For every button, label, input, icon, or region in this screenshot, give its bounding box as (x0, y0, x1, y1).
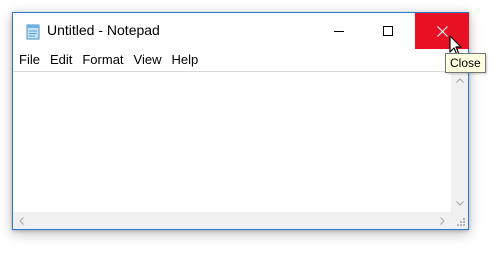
text-editor[interactable] (13, 72, 451, 212)
chevron-down-icon (455, 201, 464, 206)
chevron-right-icon (440, 216, 445, 225)
menu-format[interactable]: Format (77, 49, 128, 71)
menu-view[interactable]: View (129, 49, 167, 71)
scroll-right-arrow[interactable] (434, 212, 451, 229)
menu-edit[interactable]: Edit (45, 49, 77, 71)
chevron-up-icon (455, 78, 464, 83)
maximize-button[interactable] (365, 13, 411, 49)
notepad-icon[interactable] (25, 24, 41, 40)
minimize-button[interactable] (316, 13, 362, 49)
scroll-down-arrow[interactable] (451, 195, 468, 212)
menu-bar: File Edit Format View Help (13, 49, 468, 71)
vertical-scrollbar[interactable] (451, 72, 468, 212)
scroll-up-arrow[interactable] (451, 72, 468, 89)
menu-help[interactable]: Help (166, 49, 203, 71)
minimize-icon (334, 31, 344, 32)
close-icon (436, 25, 448, 37)
notepad-window: Untitled - Notepad File Edit Format View… (12, 12, 469, 230)
editor-area (13, 71, 468, 229)
horizontal-scrollbar[interactable] (13, 212, 451, 229)
resize-grip[interactable] (451, 212, 468, 229)
scroll-left-arrow[interactable] (13, 212, 30, 229)
chevron-left-icon (19, 216, 24, 225)
maximize-icon (383, 26, 393, 36)
close-tooltip: Close (445, 53, 486, 73)
menu-file[interactable]: File (14, 49, 45, 71)
window-title: Untitled - Notepad (47, 22, 160, 38)
title-bar[interactable]: Untitled - Notepad (13, 13, 469, 49)
resize-grip-icon (457, 218, 465, 226)
